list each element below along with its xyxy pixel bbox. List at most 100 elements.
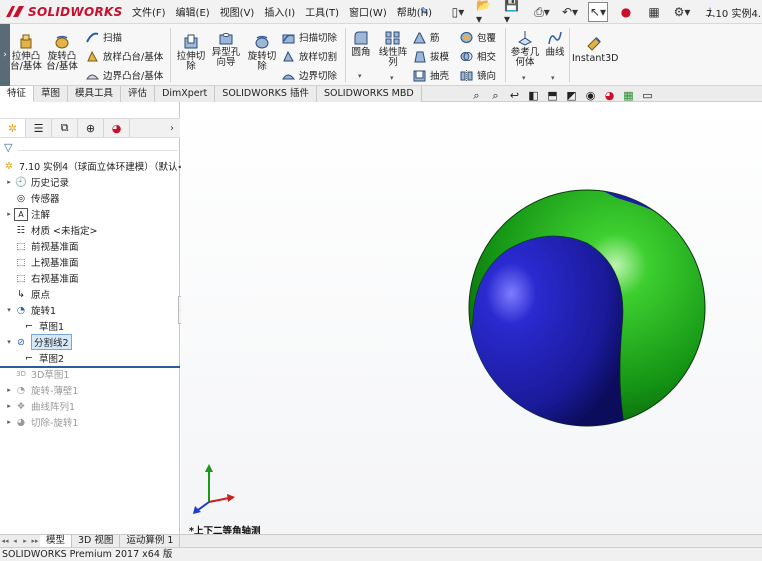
linear-pattern-dropdown[interactable]: ▾ <box>390 74 394 82</box>
revolve-boss-button[interactable]: 旋转凸 台/基体 <box>45 34 79 72</box>
file-properties-icon[interactable]: ▦ <box>644 2 664 22</box>
next-tab-icon[interactable]: ▸ <box>20 537 30 545</box>
expand-icon[interactable]: ▸ <box>4 210 14 218</box>
menu-file[interactable]: 文件(F) <box>132 4 166 19</box>
menu-insert[interactable]: 插入(I) <box>264 4 295 19</box>
hole-wizard-button[interactable]: 异型孔 向导 <box>209 30 243 68</box>
tab-dimxpert[interactable]: DimXpert <box>155 86 216 102</box>
tab-solidworks-mbd[interactable]: SOLIDWORKS MBD <box>316 86 422 102</box>
tree-item-sketch2[interactable]: ⌐ 草图2 <box>22 351 64 366</box>
edit-appearance-icon[interactable]: ◕ <box>603 89 616 102</box>
apply-scene-icon[interactable]: ▦ <box>622 89 635 102</box>
tree-item-sensors[interactable]: ◎ 传感器 <box>4 191 60 206</box>
tree-item-split-line2[interactable]: ▾ ⊘ 分割线2 <box>4 334 72 350</box>
linear-pattern-button[interactable]: 线性阵 列 <box>376 30 410 68</box>
menu-edit[interactable]: 编辑(E) <box>176 4 210 19</box>
ribbon-expander[interactable]: › <box>0 24 10 86</box>
collapse-icon[interactable]: ▾ <box>4 306 14 314</box>
save-icon[interactable]: 💾▾ <box>504 0 524 26</box>
tab-features[interactable]: 特征 <box>0 86 35 102</box>
pin-menu-icon[interactable]: ✎ <box>420 5 429 18</box>
prev-tab-icon[interactable]: ◂ <box>10 537 20 545</box>
tab-3d-views[interactable]: 3D 视图 <box>72 534 121 548</box>
tree-item-sketch1[interactable]: ⌐ 草图1 <box>22 319 64 334</box>
collapse-icon[interactable]: ▾ <box>4 338 14 346</box>
property-manager-tab-icon[interactable]: ☰ <box>26 119 52 137</box>
curves-dropdown[interactable]: ▾ <box>551 74 555 82</box>
hide-show-items-icon[interactable]: ◉ <box>584 89 597 102</box>
loft-boss-button[interactable]: 放样凸台/基体 <box>86 49 163 63</box>
tree-item-revolve1[interactable]: ▾ ◔ 旋转1 <box>4 303 56 318</box>
menu-tools[interactable]: 工具(T) <box>305 4 339 19</box>
expand-icon[interactable]: ▸ <box>4 178 14 186</box>
tree-item-cut-revolve1[interactable]: ▸ ◕ 切除-旋转1 <box>4 415 78 430</box>
options-icon[interactable]: ⚙▾ <box>672 2 692 22</box>
view-settings-icon[interactable]: ▭ <box>641 89 654 102</box>
tree-root[interactable]: ✲ 7.10 实例4（球面立体环建模）（默认<< <box>2 159 193 174</box>
new-icon[interactable]: ▯▾ <box>448 2 468 22</box>
menu-view[interactable]: 视图(V) <box>220 4 255 19</box>
expand-icon[interactable]: ▸ <box>4 418 14 426</box>
tree-item-origin[interactable]: ↳ 原点 <box>4 287 50 302</box>
open-icon[interactable]: 📂▾ <box>476 0 496 26</box>
rebuild-icon[interactable]: ● <box>616 2 636 22</box>
revolve-cut-button[interactable]: 旋转切 除 <box>245 34 279 72</box>
undo-icon[interactable]: ↶▾ <box>560 2 580 22</box>
view-orientation-icon[interactable]: ⬒ <box>546 89 559 102</box>
display-style-icon[interactable]: ◩ <box>565 89 578 102</box>
tree-item-material[interactable]: ☷ 材质 <未指定> <box>4 223 98 238</box>
filter-icon[interactable]: ▽ <box>4 141 12 154</box>
tree-item-revolve-thin1[interactable]: ▸ ◔ 旋转-薄壁1 <box>4 383 78 398</box>
expand-icon[interactable]: ▸ <box>4 402 14 410</box>
panel-more-icon[interactable]: › <box>170 123 174 134</box>
first-tab-icon[interactable]: ◂◂ <box>0 537 10 545</box>
sweep-button[interactable]: 扫描 <box>86 30 122 44</box>
fillet-button[interactable]: 圆角 <box>349 30 373 58</box>
tree-item-curve-pattern1[interactable]: ▸ ❖ 曲线阵列1 <box>4 399 75 414</box>
tab-model[interactable]: 模型 <box>40 534 73 548</box>
configuration-manager-tab-icon[interactable]: ⧉ <box>52 119 78 137</box>
wrap-button[interactable]: 包覆 <box>460 30 496 44</box>
mirror-button[interactable]: 镜向 <box>460 68 496 82</box>
reference-geometry-button[interactable]: 参考几 何体 <box>508 30 542 68</box>
dimxpert-manager-tab-icon[interactable]: ⊕ <box>78 119 104 137</box>
print-icon[interactable]: ⎙▾ <box>532 2 552 22</box>
filter-field[interactable] <box>18 150 178 151</box>
tree-item-right-plane[interactable]: ⬚ 右视基准面 <box>4 271 79 286</box>
tree-item-history[interactable]: ▸ 🕘 历史记录 <box>4 175 69 190</box>
fillet-dropdown[interactable]: ▾ <box>358 72 362 80</box>
expand-icon[interactable]: ▸ <box>4 386 14 394</box>
display-manager-tab-icon[interactable]: ◕ <box>104 119 130 137</box>
shell-button[interactable]: 抽壳 <box>413 68 449 82</box>
boundary-cut-button[interactable]: 边界切除 <box>282 68 337 82</box>
tree-item-annotations[interactable]: ▸ A 注解 <box>4 207 50 221</box>
sphere-model[interactable] <box>467 188 707 428</box>
tree-item-top-plane[interactable]: ⬚ 上视基准面 <box>4 255 79 270</box>
boundary-boss-button[interactable]: 边界凸台/基体 <box>86 68 163 82</box>
tree-item-3d-sketch1[interactable]: 3D 3D草图1 <box>4 367 69 381</box>
instant3d-button[interactable]: Instant3D <box>572 36 618 64</box>
curves-button[interactable]: 曲线 <box>543 30 567 58</box>
menu-window[interactable]: 窗口(W) <box>349 4 387 19</box>
feature-manager-tab-icon[interactable]: ✲ <box>0 119 26 137</box>
zoom-to-fit-icon[interactable]: ⌕ <box>470 89 483 102</box>
draft-button[interactable]: 拔模 <box>413 49 449 63</box>
previous-view-icon[interactable]: ↩ <box>508 89 521 102</box>
intersect-button[interactable]: 相交 <box>460 49 496 63</box>
rollback-bar[interactable] <box>0 366 180 368</box>
last-tab-icon[interactable]: ▸▸ <box>30 537 40 545</box>
loft-cut-button[interactable]: 放样切割 <box>282 49 337 63</box>
tab-sketch[interactable]: 草图 <box>34 86 69 102</box>
zoom-to-area-icon[interactable]: ⌕ <box>489 89 502 102</box>
section-view-icon[interactable]: ◧ <box>527 89 540 102</box>
sweep-cut-button[interactable]: 扫描切除 <box>282 30 337 44</box>
tree-item-front-plane[interactable]: ⬚ 前视基准面 <box>4 239 79 254</box>
reference-geometry-dropdown[interactable]: ▾ <box>522 74 526 82</box>
tab-solidworks-addins[interactable]: SOLIDWORKS 插件 <box>215 86 317 102</box>
graphics-area[interactable]: *上下二等角轴测 <box>181 102 762 537</box>
rib-button[interactable]: 筋 <box>413 30 440 44</box>
extrude-cut-button[interactable]: 拉伸切 除 <box>175 34 207 72</box>
select-icon[interactable]: ↖▾ <box>588 2 608 22</box>
tab-evaluate[interactable]: 评估 <box>121 86 156 102</box>
extrude-boss-button[interactable]: 拉伸凸 台/基体 <box>10 34 42 72</box>
